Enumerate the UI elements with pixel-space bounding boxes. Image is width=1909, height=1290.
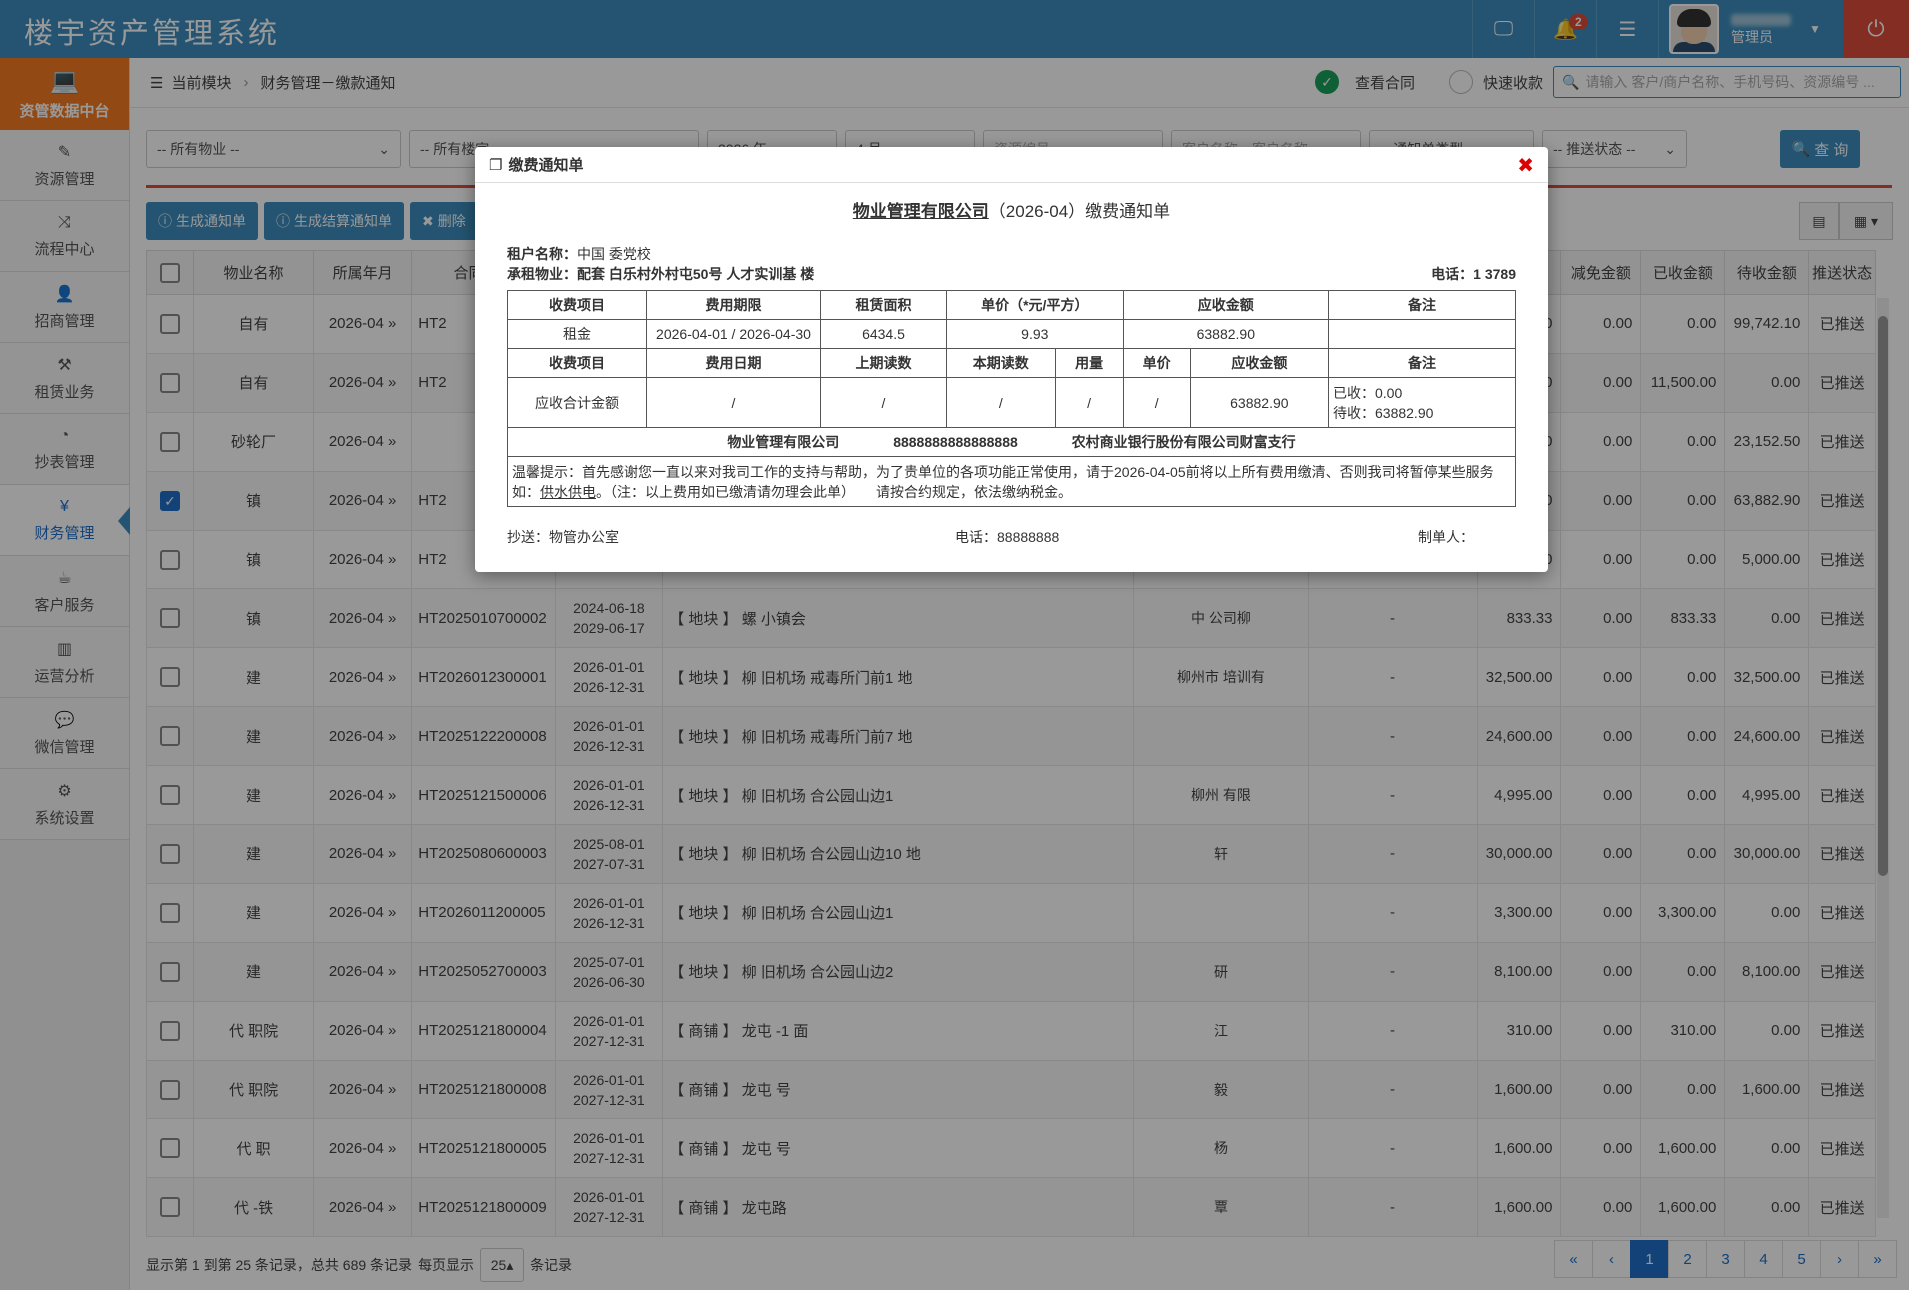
tenant-line: 租户名称：中国 委党校 <box>507 244 651 264</box>
r2-cell: / <box>1054 377 1124 428</box>
h2-cell: 应收金额 <box>1189 348 1330 378</box>
reminder-note: 。（注：以上费用如已缴清请勿理会此单） 请按合约规定，依法缴纳税金。 <box>596 483 1072 500</box>
notice-period: （2026-04）缴费通知单 <box>988 202 1171 221</box>
h1-cell: 费用期限 <box>646 290 821 320</box>
property-value: 配套 白乐村外村屯50号 人才实训基 楼 <box>577 266 815 282</box>
h2-cell: 备注 <box>1328 348 1516 378</box>
phone-line: 电话：1 3789 <box>1431 264 1516 284</box>
received-amount: 已收：0.00 <box>1333 384 1403 401</box>
tenant-value: 中国 委党校 <box>577 246 651 262</box>
bank-info-cell: 物业管理有限公司 8888888888888888 农村商业银行股份有限公司财富… <box>507 427 1516 457</box>
notice-company: 物业管理有限公司 <box>852 202 989 221</box>
maker-label: 制单人： <box>1418 529 1474 545</box>
r1-cell: 租金 <box>507 319 647 349</box>
r1-cell <box>1328 319 1516 349</box>
h2-cell: 收费项目 <box>507 348 647 378</box>
notice-detail-table: 收费项目 费用期限 租赁面积 单价（*元/平方） 应收金额 备注 租金 2026… <box>507 290 1516 507</box>
r2-cell: 63882.90 <box>1189 377 1330 428</box>
property-line: 承租物业：配套 白乐村外村屯50号 人才实训基 楼 <box>507 264 814 284</box>
h2-cell: 用量 <box>1054 348 1124 378</box>
reminder-cell: 温馨提示：首先感谢您一直以来对我司工作的支持与帮助，为了贵单位的各项功能正常使用… <box>507 456 1516 507</box>
h2-cell: 费用日期 <box>646 348 821 378</box>
h2-cell: 上期读数 <box>820 348 947 378</box>
r1-cell: 6434.5 <box>820 319 947 349</box>
cc-label: 抄送：物管办公室 <box>507 529 619 545</box>
h2-cell: 单价 <box>1122 348 1191 378</box>
phone-value: 1 3789 <box>1473 266 1516 282</box>
r1-cell: 63882.90 <box>1122 319 1330 349</box>
h1-cell: 租赁面积 <box>820 290 947 320</box>
status-cell: 已收：0.00 待收：63882.90 <box>1328 377 1516 428</box>
property-label: 承租物业： <box>507 266 577 282</box>
notice-heading: 物业管理有限公司（2026-04）缴费通知单 <box>475 197 1548 222</box>
h1-cell: 收费项目 <box>507 290 647 320</box>
payment-notice-modal: ❐ 缴费通知单 ✖ 物业管理有限公司（2026-04）缴费通知单 租户名称：中国… <box>475 147 1548 572</box>
h1-cell: 单价（*元/平方） <box>945 290 1124 320</box>
bank-account: 8888888888888888 <box>893 434 1018 450</box>
copy-icon: ❐ <box>489 156 503 174</box>
pending-amount: 待收：63882.90 <box>1333 404 1434 421</box>
bank-name: 农村商业银行股份有限公司财富支行 <box>1071 434 1296 450</box>
modal-close-button[interactable]: ✖ <box>1517 153 1534 178</box>
r2-cell: 应收合计金额 <box>507 377 647 428</box>
r1-cell: 2026-04-01 / 2026-04-30 <box>646 319 821 349</box>
h1-cell: 备注 <box>1328 290 1516 320</box>
r2-cell: / <box>820 377 947 428</box>
r1-cell: 9.93 <box>945 319 1124 349</box>
h1-cell: 应收金额 <box>1122 290 1330 320</box>
tenant-label: 租户名称： <box>507 246 577 262</box>
r2-cell: / <box>646 377 821 428</box>
phone-label: 电话： <box>1431 266 1474 282</box>
h2-cell: 本期读数 <box>945 348 1056 378</box>
modal-title: 缴费通知单 <box>508 157 584 174</box>
tel-label: 电话：88888888 <box>955 529 1060 545</box>
r2-cell: / <box>1122 377 1191 428</box>
r2-cell: / <box>945 377 1056 428</box>
modal-header: ❐ 缴费通知单 <box>475 147 1548 183</box>
bank-company: 物业管理有限公司 <box>727 434 840 450</box>
close-icon: ✖ <box>1517 155 1534 177</box>
reminder-link[interactable]: 供水供电 <box>540 484 596 500</box>
